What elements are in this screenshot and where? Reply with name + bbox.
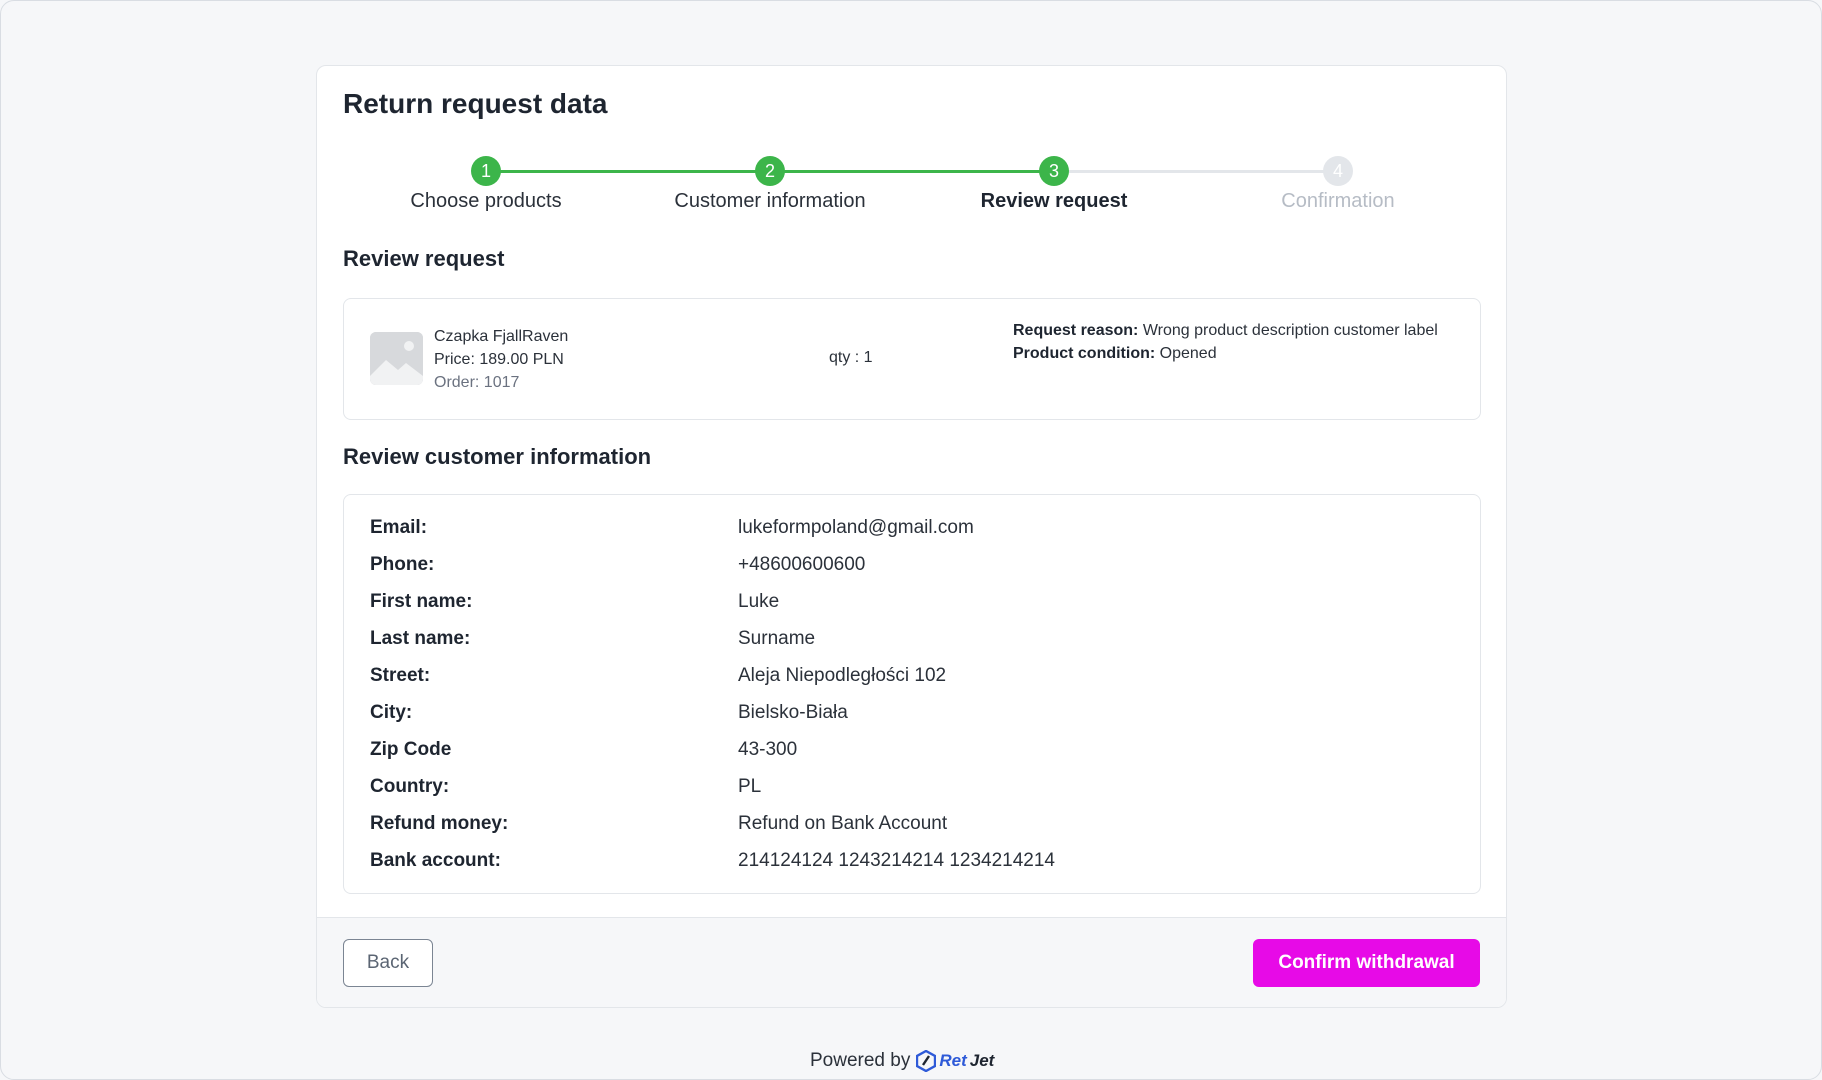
info-value: PL <box>738 776 762 797</box>
back-button[interactable]: Back <box>343 939 433 987</box>
card-footer: Back Confirm withdrawal <box>317 917 1506 1007</box>
request-reason-label: Request reason: <box>1013 322 1139 339</box>
stepper-line-2 <box>770 170 1054 173</box>
review-request-title: Review request <box>343 246 505 271</box>
info-label: First name: <box>370 591 473 612</box>
info-label: Bank account: <box>370 850 501 871</box>
customer-info-title: Review customer information <box>343 444 652 469</box>
info-value: 43-300 <box>738 739 798 760</box>
product-condition-label: Product condition: <box>1013 345 1156 362</box>
product-details: Czapka FjallRaven Price: 189.00 PLN Orde… <box>434 325 568 394</box>
product-order: Order: 1017 <box>434 374 520 391</box>
stepper: 1 Choose products 2 Customer information… <box>343 156 1481 226</box>
step-confirmation: 4 Confirmation <box>1208 156 1468 213</box>
retjet-logo-icon <box>916 1050 937 1072</box>
request-reason-value: Wrong product description customer label <box>1142 322 1438 339</box>
info-value: 214124124 1243214214 1234214214 <box>738 850 1055 871</box>
info-label: Street: <box>370 665 431 686</box>
step-customer-information: 2 Customer information <box>640 156 900 213</box>
step-choose-products: 1 Choose products <box>356 156 616 213</box>
product-review-box: Czapka FjallRaven Price: 189.00 PLN Orde… <box>343 298 1481 420</box>
step-circle: 4 <box>1323 156 1353 186</box>
info-value: Refund on Bank Account <box>738 813 948 834</box>
step-circle: 2 <box>755 156 785 186</box>
step-review-request: 3 Review request <box>924 156 1184 213</box>
customer-info-box: Email: lukeformpoland@gmail.com Phone: +… <box>343 494 1481 894</box>
stepper-line-3 <box>1054 170 1338 173</box>
step-circle: 1 <box>471 156 501 186</box>
info-value: Surname <box>738 628 816 649</box>
step-label: Choose products <box>410 190 562 212</box>
brand-jet: Jet <box>969 1051 995 1070</box>
page-title: Return request data <box>343 88 608 119</box>
stepper-line-1 <box>486 170 770 173</box>
info-label: Email: <box>370 517 428 538</box>
product-reason-block: Request reason: Wrong product descriptio… <box>1013 319 1453 365</box>
confirm-withdrawal-button[interactable]: Confirm withdrawal <box>1253 939 1480 987</box>
step-label: Review request <box>980 190 1128 212</box>
product-name: Czapka FjallRaven <box>434 328 569 345</box>
step-label: Confirmation <box>1281 190 1395 212</box>
return-request-card: Return request data 1 Choose products 2 … <box>316 65 1507 1008</box>
step-circle: 3 <box>1039 156 1069 186</box>
info-label: Refund money: <box>370 813 509 834</box>
info-value: Aleja Niepodległości 102 <box>738 665 947 686</box>
info-value: +48600600600 <box>738 554 866 575</box>
info-label: Last name: <box>370 628 471 649</box>
info-label: City: <box>370 702 413 723</box>
retjet-brand[interactable]: Ret Jet <box>916 1050 994 1072</box>
info-value: lukeformpoland@gmail.com <box>738 517 974 538</box>
info-value: Luke <box>738 591 780 612</box>
product-condition-value: Opened <box>1159 345 1217 362</box>
powered-by: Powered by Ret Jet <box>810 1050 994 1072</box>
info-label: Zip Code <box>370 739 452 760</box>
image-placeholder-icon <box>370 332 423 385</box>
info-label: Phone: <box>370 554 435 575</box>
step-label: Customer information <box>674 190 866 212</box>
info-label: Country: <box>370 776 450 797</box>
brand-ret: Ret <box>939 1051 967 1070</box>
product-price: Price: 189.00 PLN <box>434 351 564 368</box>
info-value: Bielsko-Biała <box>738 702 848 723</box>
powered-by-label: Powered by <box>810 1050 911 1071</box>
product-qty: qty : 1 <box>829 349 873 366</box>
